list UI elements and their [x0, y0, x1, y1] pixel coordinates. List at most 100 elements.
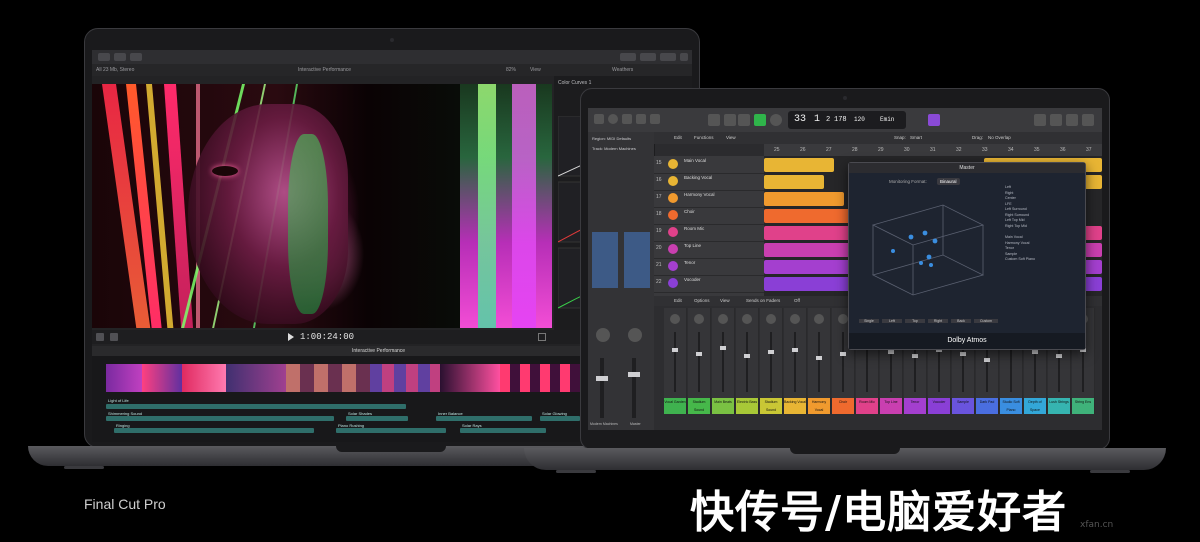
audio-clip[interactable] [460, 428, 546, 433]
list-editors-icon[interactable] [1034, 114, 1046, 126]
library-icon[interactable] [594, 114, 604, 124]
channel-strip[interactable]: Stadium Sound [760, 308, 783, 414]
drag-select[interactable]: No Overlap [988, 132, 1011, 144]
object-item[interactable]: Custom Soft Piano [1005, 257, 1079, 263]
volume-fader[interactable] [672, 348, 678, 352]
volume-fader[interactable] [720, 346, 726, 350]
zoom-select[interactable]: 82% [506, 64, 516, 76]
pan-knob[interactable] [742, 314, 752, 324]
audio-clip[interactable] [346, 416, 408, 421]
track-header[interactable]: 18 Choir [654, 207, 764, 225]
primary-storyline-clip[interactable] [106, 364, 580, 392]
sends-on-faders-select[interactable]: Off [794, 296, 800, 306]
smart-controls-icon[interactable] [636, 114, 646, 124]
share-icon[interactable] [680, 53, 688, 61]
track-inspector-label[interactable]: Track: Modern Machines [592, 146, 636, 151]
tools-icon[interactable] [96, 333, 104, 341]
view-button[interactable]: Top [905, 319, 925, 323]
volume-fader[interactable] [596, 376, 608, 381]
volume-fader[interactable] [816, 356, 822, 360]
pan-knob[interactable] [694, 314, 704, 324]
plugin-slots[interactable] [592, 232, 618, 288]
volume-fader[interactable] [792, 348, 798, 352]
menu-view[interactable]: View [726, 132, 736, 144]
track-header[interactable]: 21 Tenor [654, 258, 764, 276]
mixer-menu-view[interactable]: View [720, 296, 730, 306]
play-icon[interactable] [288, 333, 294, 341]
audio-clip[interactable] [436, 416, 532, 421]
track-header[interactable]: 15 Main Vocal [654, 156, 764, 174]
menu-edit[interactable]: Edit [674, 132, 682, 144]
snap-select[interactable]: Smart [910, 132, 922, 144]
browser-toggle-icon[interactable] [640, 53, 656, 61]
play-button[interactable] [754, 114, 766, 126]
browser-icon[interactable] [1082, 114, 1094, 126]
lcd-display[interactable]: 33 1 2 178 120 Emin [788, 111, 906, 129]
help-icon[interactable] [608, 114, 618, 124]
bar-ruler[interactable]: 25 26 27 28 29 30 31 32 33 34 35 36 37 [764, 144, 1102, 156]
volume-fader[interactable] [744, 354, 750, 358]
key-icon[interactable] [114, 53, 126, 61]
rewind-icon[interactable] [708, 114, 720, 126]
audio-region[interactable] [764, 175, 824, 189]
record-icon[interactable] [770, 114, 782, 126]
toolbar-icon[interactable] [622, 114, 632, 124]
audio-clip[interactable] [114, 428, 314, 433]
track-header[interactable]: 20 Top Line [654, 241, 764, 259]
volume-fader[interactable] [912, 354, 918, 358]
menu-functions[interactable]: Functions [694, 132, 714, 144]
view-button[interactable]: Left [882, 319, 902, 323]
view-button[interactable]: Right [928, 319, 948, 323]
pan-knob[interactable] [766, 314, 776, 324]
volume-fader[interactable] [1056, 354, 1062, 358]
track-header[interactable]: 17 Harmony Vocal [654, 190, 764, 208]
region-inspector-label[interactable]: Region: MIDI Defaults [592, 136, 631, 141]
audio-clip[interactable] [106, 404, 406, 409]
select-tool-icon[interactable] [110, 333, 118, 341]
pan-knob[interactable] [596, 328, 610, 342]
volume-fader[interactable] [984, 358, 990, 362]
pan-knob[interactable] [838, 314, 848, 324]
channel-strip[interactable]: Electric Bass [736, 308, 759, 414]
monitoring-format-select[interactable]: Binaural [937, 178, 960, 185]
track-header[interactable]: 16 Backing Vocal [654, 173, 764, 191]
view-button[interactable]: Single [859, 319, 879, 323]
channel-strip[interactable]: Harmony Vocal [808, 308, 831, 414]
inspector-toggle-icon[interactable] [660, 53, 676, 61]
track-header[interactable]: 19 Room Mic [654, 224, 764, 242]
pan-knob[interactable] [628, 328, 642, 342]
mixer-menu-options[interactable]: Options [694, 296, 710, 306]
volume-fader[interactable] [628, 372, 640, 377]
inspector-tab[interactable]: Weathers [612, 64, 633, 76]
atmos-3d-panner[interactable] [863, 195, 993, 305]
audio-clip[interactable] [336, 428, 446, 433]
audio-clip[interactable] [540, 416, 580, 421]
volume-fader[interactable] [696, 352, 702, 356]
channel-strip[interactable]: Vocal Garden [664, 308, 687, 414]
fast-forward-icon[interactable] [724, 114, 736, 126]
stop-icon[interactable] [738, 114, 750, 126]
pan-knob[interactable] [718, 314, 728, 324]
channel-strip[interactable]: Backing Vocal [784, 308, 807, 414]
channel-strip[interactable]: Main Beats [712, 308, 735, 414]
video-viewer[interactable] [92, 84, 552, 328]
pan-knob[interactable] [670, 314, 680, 324]
volume-fader[interactable] [768, 350, 774, 354]
pan-knob[interactable] [814, 314, 824, 324]
volume-fader[interactable] [960, 352, 966, 356]
loop-browser-icon[interactable] [1066, 114, 1078, 126]
pan-knob[interactable] [790, 314, 800, 324]
mixer-menu-edit[interactable]: Edit [674, 296, 682, 306]
view-button[interactable]: Custom [974, 319, 998, 323]
import-icon[interactable] [98, 53, 110, 61]
layout-icon[interactable] [620, 53, 636, 61]
mixer-icon[interactable] [650, 114, 660, 124]
fullscreen-icon[interactable] [538, 333, 546, 341]
volume-fader[interactable] [888, 350, 894, 354]
volume-fader[interactable] [1032, 350, 1038, 354]
dolby-atmos-panel[interactable]: Master Monitoring Format: Binaural Left … [848, 162, 1086, 350]
check-icon[interactable] [130, 53, 142, 61]
track-header[interactable]: 22 Vocoder [654, 275, 764, 293]
volume-fader[interactable] [840, 352, 846, 356]
audio-clip[interactable] [106, 416, 334, 421]
